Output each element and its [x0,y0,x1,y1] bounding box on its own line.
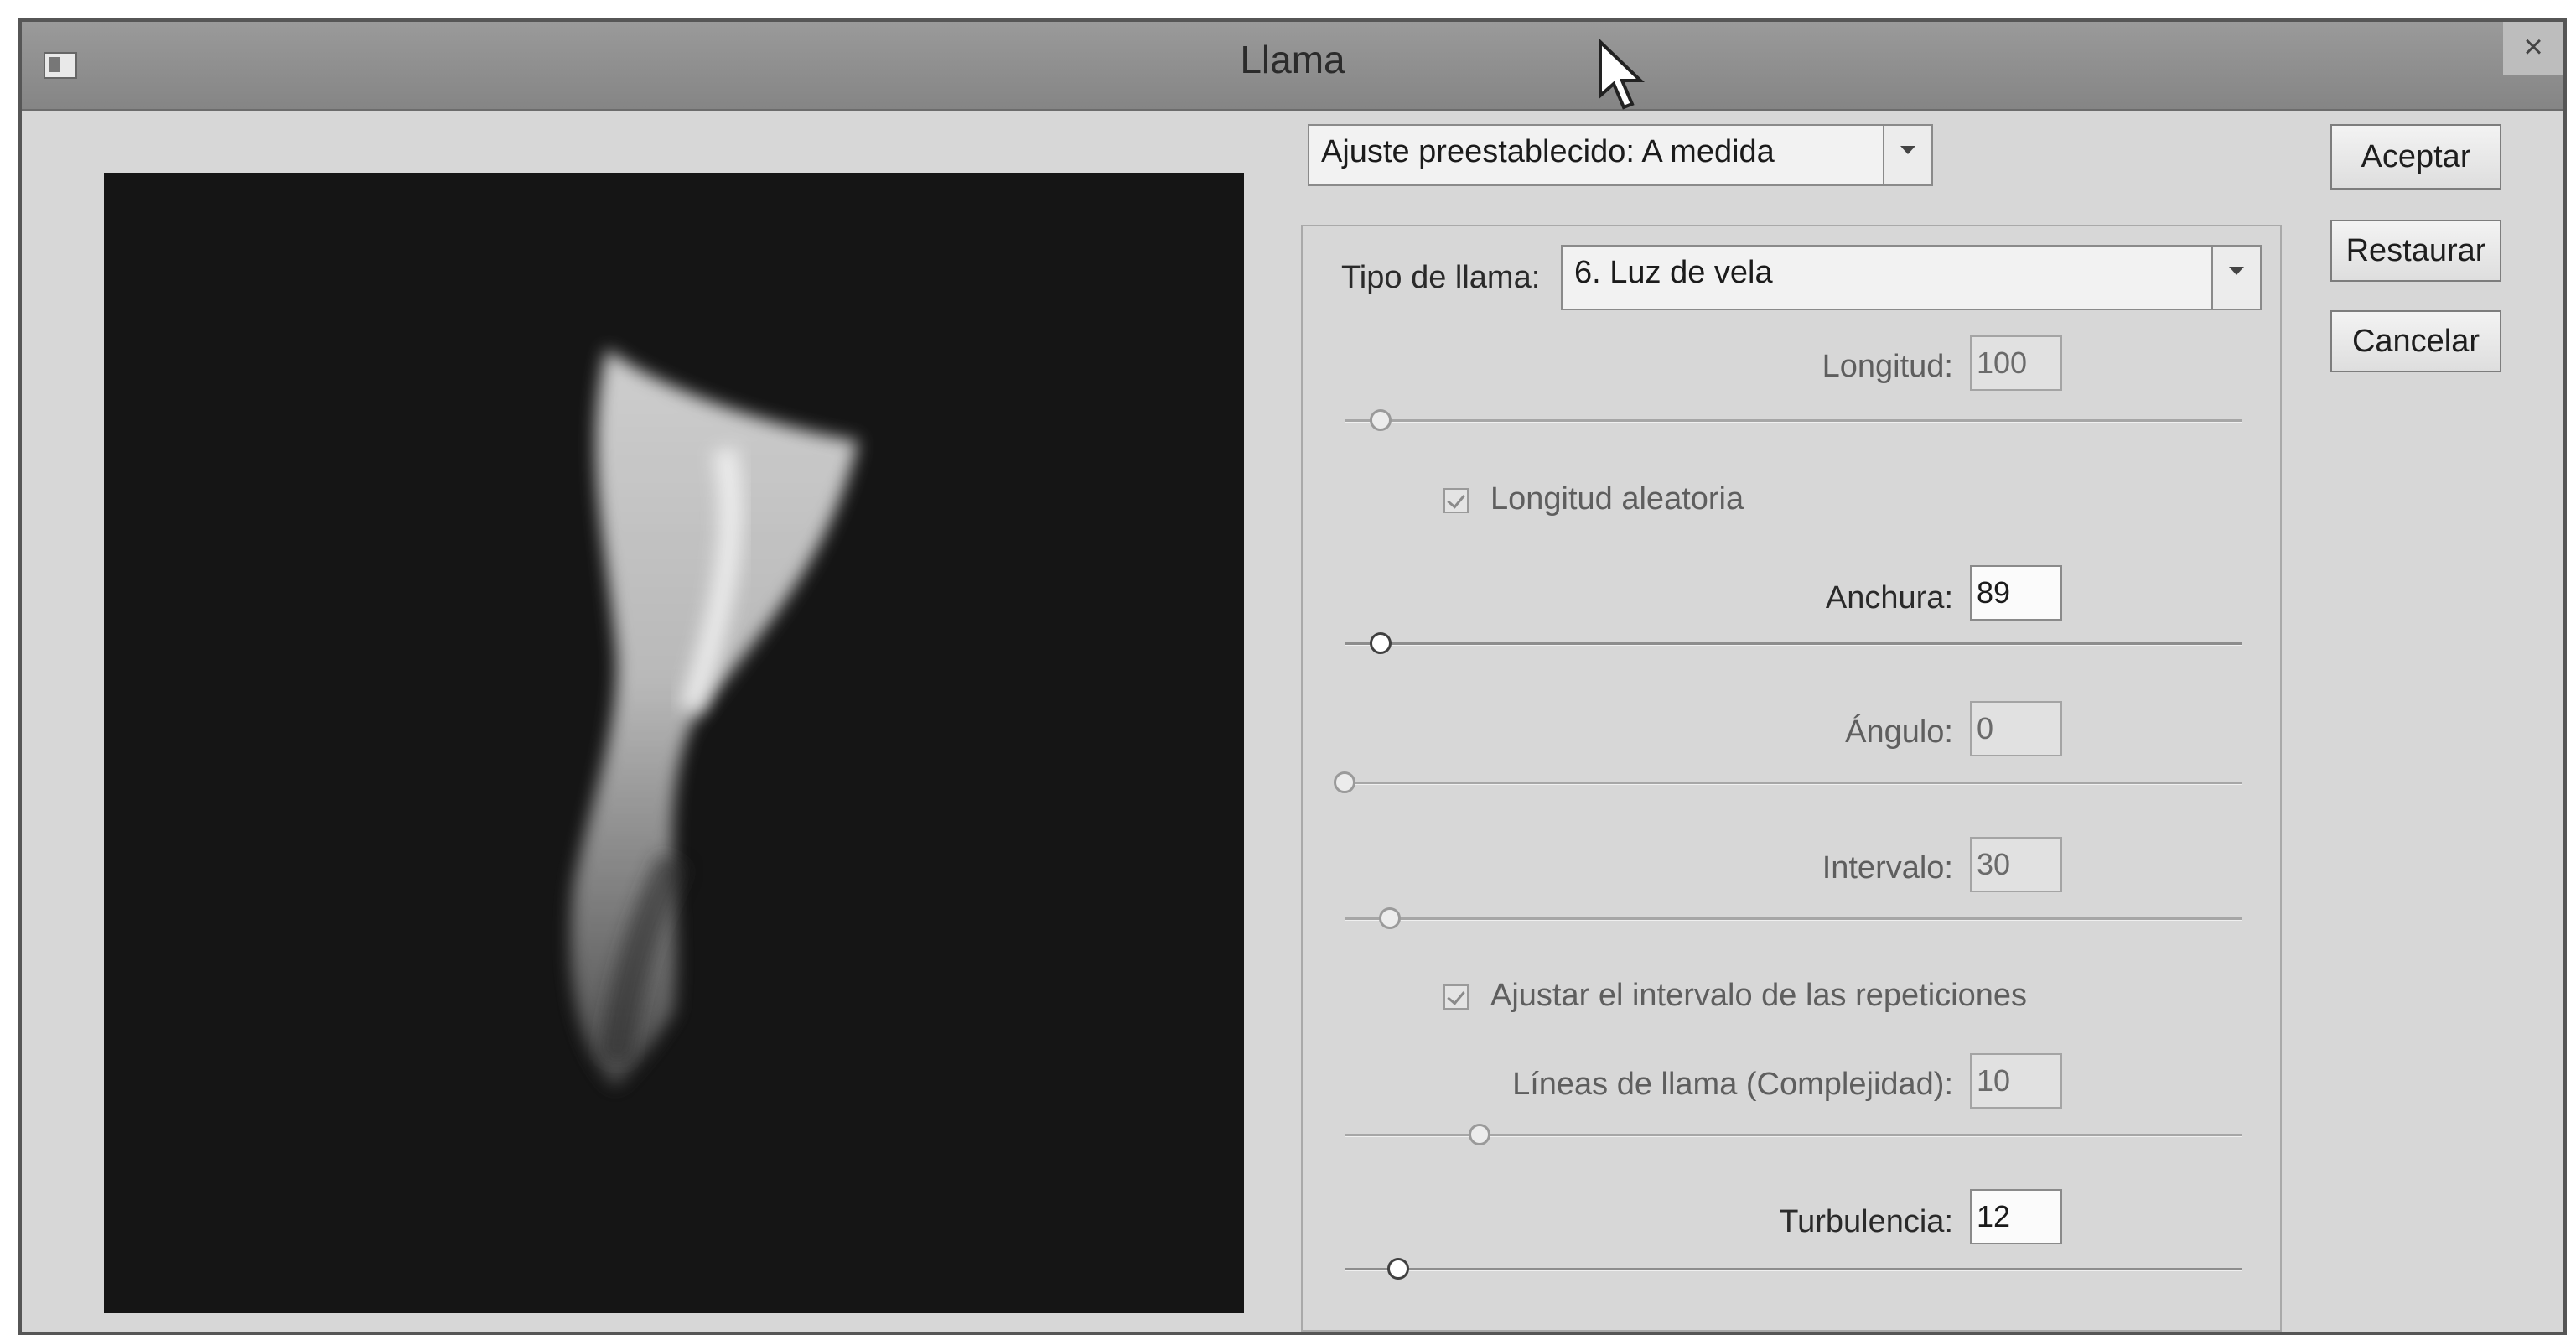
flame-lines-slider-thumb[interactable] [1468,1124,1490,1145]
flame-lines-label: Líneas de llama (Complejidad): [1512,1067,1953,1102]
width-input[interactable]: 89 [1970,565,2062,621]
preset-dropdown[interactable]: Ajuste preestablecido: A medida [1308,124,1933,186]
flame-preview [104,173,1244,1313]
turbulence-slider[interactable] [1345,1258,2242,1280]
title-bar[interactable]: Llama × [22,22,2563,111]
width-slider[interactable] [1345,632,2242,654]
random-length-checkbox[interactable] [1443,487,1469,513]
width-label: Anchura: [1825,580,1953,616]
angle-label: Ángulo: [1845,714,1953,750]
flame-type-label: Tipo de llama: [1341,260,1541,295]
adjust-interval-checkbox[interactable] [1443,984,1469,1010]
preset-dropdown-value: Ajuste preestablecido: A medida [1321,134,1775,169]
adjust-interval-label: Ajustar el intervalo de las repeticiones [1490,978,2028,1013]
chevron-down-icon[interactable] [1883,126,1931,184]
flame-lines-input[interactable]: 10 [1970,1053,2062,1109]
angle-slider-thumb[interactable] [1334,771,1355,793]
length-slider-thumb[interactable] [1369,409,1392,431]
length-slider[interactable] [1345,409,2242,431]
adjust-interval-option[interactable]: Ajustar el intervalo de las repeticiones [1443,978,2027,1014]
chevron-down-icon[interactable] [2211,247,2260,309]
restore-button[interactable]: Restaurar [2330,220,2501,282]
turbulence-label: Turbulencia: [1779,1204,1953,1239]
close-button[interactable]: × [2503,22,2563,75]
mouse-cursor-icon [1597,38,1647,114]
flame-type-value: 6. Luz de vela [1574,255,1773,290]
random-length-label: Longitud aleatoria [1490,481,1744,517]
length-label: Longitud: [1822,349,1953,384]
cancel-button[interactable]: Cancelar [2330,310,2501,372]
interval-slider[interactable] [1345,907,2242,929]
dialog-title: Llama [1240,38,1345,81]
turbulence-input[interactable]: 12 [1970,1189,2062,1244]
flame-preview-image [570,349,858,1087]
length-input[interactable]: 100 [1970,335,2062,391]
settings-panel [1301,225,2282,1332]
turbulence-slider-thumb[interactable] [1387,1258,1410,1280]
interval-slider-thumb[interactable] [1378,907,1401,929]
interval-input[interactable]: 30 [1970,837,2062,892]
angle-input[interactable]: 0 [1970,701,2062,756]
flame-lines-slider[interactable] [1345,1124,2242,1145]
width-slider-thumb[interactable] [1369,632,1392,654]
interval-label: Intervalo: [1822,850,1953,886]
random-length-option[interactable]: Longitud aleatoria [1443,481,1744,517]
accept-button[interactable]: Aceptar [2330,124,2501,190]
flame-type-dropdown[interactable]: 6. Luz de vela [1561,245,2262,310]
angle-slider[interactable] [1334,771,2242,793]
